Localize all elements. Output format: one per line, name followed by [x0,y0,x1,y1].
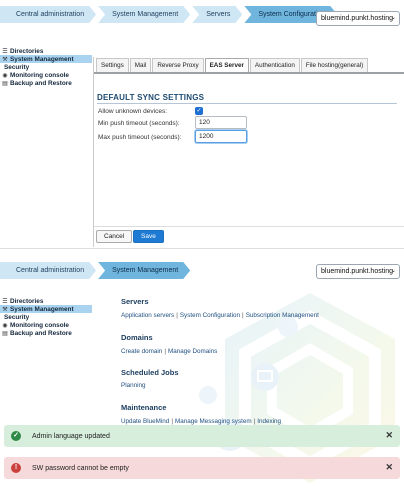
sidebar-item-label: Directories [10,297,44,305]
tab-bar: Settings Mail Reverse Proxy EAS Server A… [96,58,369,72]
breadcrumb-central-administration[interactable]: Central administration [0,6,96,23]
domain-select[interactable]: bluemind.punkt.hosting ⌄ [316,11,400,26]
chevron-down-icon: ⌄ [390,268,396,274]
archive-icon: ▤ [2,80,8,87]
subscription-management-link[interactable]: Subscription Management [246,312,319,319]
bottom-screen: Central administration System Management… [0,257,404,500]
monitor-icon: ◉ [2,72,8,79]
tab-eas-server[interactable]: EAS Server [204,58,249,72]
sidebar-item-monitoring-console[interactable]: ◉ Monitoring console [0,321,92,329]
sidebar-item-label: System Management [10,55,74,63]
servers-links: Application servers | System Configuration… [121,312,319,319]
error-toast-message: SW password cannot be empty [32,464,129,472]
link-separator: | [176,312,178,319]
sidebar-item-label: Backup and Restore [10,79,72,87]
tab-underline [94,72,404,74]
cancel-button[interactable]: Cancel [96,230,133,243]
indexing-link[interactable]: Indexing [257,418,281,425]
sidebar-item-backup-restore[interactable]: ▤ Backup and Restore [0,329,92,337]
wrench-icon: ⚒ [2,306,8,313]
section-divider [97,103,397,104]
close-icon[interactable]: ✕ [385,462,393,473]
sidebar-item-label: Monitoring console [10,321,69,329]
screenshot-divider [0,248,404,257]
sidebar-item-label: Directories [10,47,44,55]
jobs-links: Planning [121,382,146,389]
sidebar-item-directories[interactable]: ☰ Directories [0,297,92,305]
max-push-label: Max push timeout (seconds): [98,134,182,141]
sidebar-item-security[interactable]: Security [0,313,92,321]
chevron-down-icon: ⌄ [390,15,396,21]
tab-reverse-proxy[interactable]: Reverse Proxy [152,58,204,72]
settings-content: Settings Mail Reverse Proxy EAS Server A… [93,57,404,247]
domains-heading: Domains [121,333,153,342]
sidebar-item-security[interactable]: Security [0,63,92,71]
tab-settings[interactable]: Settings [96,58,129,72]
breadcrumb: Central administration System Management [0,262,192,279]
domain-select[interactable]: bluemind.punkt.hosting ⌄ [316,264,400,279]
scheduled-jobs-heading: Scheduled Jobs [121,368,179,377]
application-servers-link[interactable]: Application servers [121,312,174,319]
manage-messaging-link[interactable]: Manage Messaging system [175,418,252,425]
manage-domains-link[interactable]: Manage Domains [168,348,217,355]
sidebar-item-monitoring-console[interactable]: ◉ Monitoring console [0,71,92,79]
max-push-input[interactable]: 1200 [195,130,247,143]
sidebar-item-label: Security [4,313,30,321]
sidebar-item-system-management[interactable]: ⚒ System Management [0,305,92,313]
link-separator: | [164,348,166,355]
link-separator: | [242,312,244,319]
sidebar-item-label: Backup and Restore [10,329,72,337]
min-push-label: Min push timeout (seconds): [98,120,180,127]
check-circle-icon: ✓ [11,431,21,441]
domain-select-value: bluemind.punkt.hosting [321,15,393,22]
save-button[interactable]: Save [133,230,164,243]
domains-links: Create domain | Manage Domains [121,348,217,355]
breadcrumb-central-administration[interactable]: Central administration [0,262,96,279]
update-bluemind-link[interactable]: Update BlueMind [121,418,169,425]
system-configuration-link[interactable]: System Configuration [180,312,240,319]
list-icon: ☰ [2,298,8,305]
sidebar-item-label: Security [4,63,30,71]
breadcrumb-system-management: System Management [98,262,190,279]
servers-heading: Servers [121,297,149,306]
sidebar: ☰ Directories ⚒ System Management Securi… [0,47,92,87]
error-toast: ! SW password cannot be empty ✕ [4,457,400,479]
sidebar: ☰ Directories ⚒ System Management Securi… [0,297,92,337]
planning-link[interactable]: Planning [121,382,146,389]
domain-select-value: bluemind.punkt.hosting [321,268,393,275]
link-separator: | [253,418,256,425]
exclamation-circle-icon: ! [11,463,21,473]
allow-unknown-label: Allow unknown devices: [98,108,168,115]
list-icon: ☰ [2,48,8,55]
tab-authentication[interactable]: Authentication [249,58,300,72]
top-screen: Central administration System Management… [0,0,404,248]
footer-divider [94,226,404,227]
maintenance-links: Update BlueMind | Manage Messaging system |… [121,418,281,425]
success-toast: ✓ Admin language updated ✕ [4,425,400,447]
success-toast-message: Admin language updated [32,432,110,440]
min-push-input[interactable]: 120 [195,116,247,129]
create-domain-link[interactable]: Create domain [121,348,162,355]
breadcrumb-system-management[interactable]: System Management [98,6,190,23]
sidebar-item-label: Monitoring console [10,71,69,79]
sidebar-item-directories[interactable]: ☰ Directories [0,47,92,55]
breadcrumb: Central administration System Management… [0,6,339,23]
link-separator: | [171,418,173,425]
breadcrumb-servers[interactable]: Servers [192,6,242,23]
maintenance-heading: Maintenance [121,403,167,412]
sidebar-item-system-management[interactable]: ⚒ System Management [0,55,92,63]
tab-mail[interactable]: Mail [129,58,152,72]
allow-unknown-checkbox[interactable]: ✓ [195,107,203,115]
wrench-icon: ⚒ [2,56,8,63]
archive-icon: ▤ [2,330,8,337]
monitor-icon: ◉ [2,322,8,329]
sidebar-item-label: System Management [10,305,74,313]
close-icon[interactable]: ✕ [385,430,393,441]
sidebar-item-backup-restore[interactable]: ▤ Backup and Restore [0,79,92,87]
tab-file-hosting[interactable]: File hosting(general) [300,58,369,72]
section-title: DEFAULT SYNC SETTINGS [97,93,205,102]
